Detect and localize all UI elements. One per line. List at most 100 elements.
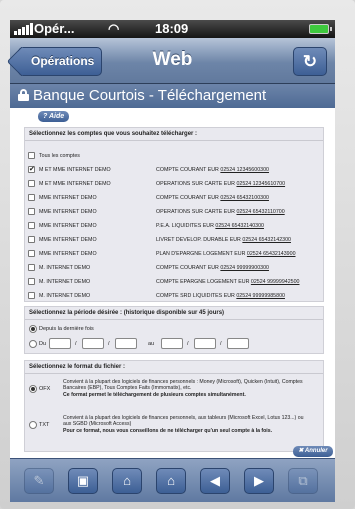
home-icon: ⌂ xyxy=(167,473,175,488)
account-row[interactable]: MME INTERNET DEMO OPERATIONS SUR CARTE EU… xyxy=(25,206,325,218)
forward-icon: ▶ xyxy=(254,473,264,488)
to-year-input[interactable] xyxy=(227,338,249,349)
accounts-heading: Sélectionnez les comptes que vous souhai… xyxy=(29,131,198,137)
account-row[interactable]: MME INTERNET DEMO LIVRET DEVELOP. DURABLE… xyxy=(25,234,325,246)
home-button[interactable]: ⌂ xyxy=(156,468,186,494)
account-type: OPERATIONS SUR CARTE EUR xyxy=(156,181,235,187)
account-number: 02524 65432143900 xyxy=(246,251,296,257)
account-owner: MME INTERNET DEMO xyxy=(39,223,97,229)
account-row[interactable]: M ET MME INTERNET DEMO OPERATIONS SUR CAR… xyxy=(25,178,325,190)
ofx-desc-text: Convient à la plupart des logiciels de f… xyxy=(63,379,303,392)
all-accounts-checkbox[interactable] xyxy=(28,152,35,159)
account-checkbox[interactable] xyxy=(28,250,35,257)
account-label: COMPTE SRD LIQUIDITES EUR 02524 99999985… xyxy=(156,293,285,299)
date-separator: / xyxy=(187,341,189,347)
last-time-label: Depuis la dernière fois xyxy=(39,326,94,332)
account-number: 02524 99999900300 xyxy=(220,265,269,271)
txt-radio[interactable] xyxy=(29,421,37,429)
refresh-icon: ↻ xyxy=(302,52,318,71)
carrier-name: Opér... xyxy=(34,21,75,36)
back-nav-button[interactable]: ◀ xyxy=(200,468,230,494)
cancel-label: Annuler xyxy=(304,448,328,454)
account-checkbox[interactable] xyxy=(28,236,35,243)
page-banner: Banque Courtois - Téléchargement xyxy=(10,84,335,108)
from-day-input[interactable] xyxy=(49,338,71,349)
account-number: 02524 99999985800 xyxy=(236,293,285,299)
account-row[interactable]: M. INTERNET DEMO COMPTE EPARGNE LOGEMENT … xyxy=(25,276,325,288)
txt-label: TXT xyxy=(39,422,50,428)
from-year-input[interactable] xyxy=(115,338,137,349)
account-number: 02524 65432110700 xyxy=(236,209,285,215)
account-row[interactable]: M. INTERNET DEMO COMPTE COURANT EUR 02524… xyxy=(25,262,325,274)
account-checkbox[interactable] xyxy=(28,278,35,285)
format-panel: Sélectionnez le format du fichier : OFX … xyxy=(24,360,324,452)
forward-nav-button[interactable]: ▶ xyxy=(244,468,274,494)
to-month-input[interactable] xyxy=(194,338,216,349)
phone-frame: Opér... ◠ 18:09 Opérations Web ↻ Banque … xyxy=(0,0,355,509)
account-checkbox[interactable] xyxy=(28,194,35,201)
from-month-input[interactable] xyxy=(82,338,104,349)
account-label: COMPTE COURANT EUR 02524 99999900300 xyxy=(156,265,269,271)
txt-desc-text: Convient à la plupart des logiciels de f… xyxy=(63,415,304,428)
save-button[interactable]: ▣ xyxy=(68,468,98,494)
account-number: 02524 12345610700 xyxy=(236,181,286,187)
signal-icon xyxy=(14,23,34,35)
account-row[interactable]: M. INTERNET DEMO COMPTE SRD LIQUIDITES EU… xyxy=(25,290,325,302)
account-number: 02524 99999942500 xyxy=(250,279,300,285)
help-button[interactable]: ? Aide xyxy=(38,111,70,122)
account-label: PLAN D'EPARGNE LOGEMENT EUR 02524 654321… xyxy=(156,251,296,257)
ofx-note: Ce format permet le téléchargement de pl… xyxy=(63,391,246,398)
period-panel: Sélectionnez la période désirée : (histo… xyxy=(24,306,324,354)
account-checkbox[interactable] xyxy=(28,292,35,299)
account-label: COMPTE EPARGNE LOGEMENT EUR 02524 999999… xyxy=(156,279,300,285)
account-label: OPERATIONS SUR CARTE EUR 02524 123456107… xyxy=(156,181,285,187)
date-separator: / xyxy=(108,341,110,347)
account-owner: M ET MME INTERNET DEMO xyxy=(39,181,111,187)
ofx-label: OFX xyxy=(39,386,51,392)
account-row[interactable]: MME INTERNET DEMO P.E.A. LIQUIDITES EUR 0… xyxy=(25,220,325,232)
account-owner: M. INTERNET DEMO xyxy=(39,293,91,299)
account-checkbox[interactable] xyxy=(28,180,35,187)
tabs-icon: ⧉ xyxy=(298,473,308,488)
all-accounts-row[interactable]: Tous les comptes xyxy=(25,150,325,162)
account-type: COMPTE COURANT EUR xyxy=(156,265,219,271)
account-row[interactable]: MME INTERNET DEMO COMPTE COURANT EUR 0252… xyxy=(25,192,325,204)
to-day-input[interactable] xyxy=(161,338,183,349)
account-type: COMPTE SRD LIQUIDITES EUR xyxy=(156,293,235,299)
date-separator: / xyxy=(75,341,77,347)
account-row[interactable]: MME INTERNET DEMO PLAN D'EPARGNE LOGEMENT… xyxy=(25,248,325,260)
pencil-button[interactable]: ✎ xyxy=(24,468,54,494)
from-label: Du xyxy=(39,341,47,347)
nav-title: Web xyxy=(152,49,193,70)
last-time-radio[interactable] xyxy=(29,325,37,333)
account-owner: M. INTERNET DEMO xyxy=(39,279,91,285)
account-owner: MME INTERNET DEMO xyxy=(39,209,97,215)
account-label: COMPTE COURANT EUR 02524 65432100300 xyxy=(156,195,269,201)
account-owner: M ET MME INTERNET DEMO xyxy=(39,167,111,173)
account-number: 02524 65432140300 xyxy=(215,223,264,229)
date-separator: / xyxy=(220,341,222,347)
account-checkbox[interactable] xyxy=(28,208,35,215)
ofx-radio[interactable] xyxy=(29,385,37,393)
account-owner: MME INTERNET DEMO xyxy=(39,195,97,201)
to-label: au xyxy=(148,341,155,347)
account-type: LIVRET DEVELOP. DURABLE EUR xyxy=(156,237,241,243)
tabs-button[interactable]: ⧉ xyxy=(288,468,318,494)
lock-icon xyxy=(18,89,29,101)
account-checkbox[interactable]: ✔ xyxy=(28,166,35,173)
status-bar: Opér... ◠ 18:09 xyxy=(10,20,335,38)
refresh-button[interactable]: ↻ xyxy=(293,47,327,76)
cancel-button[interactable]: ✖ Annuler xyxy=(293,446,333,457)
date-range-radio[interactable] xyxy=(29,340,37,348)
web-content: Banque Courtois - Téléchargement ? Aide … xyxy=(10,84,335,458)
wifi-icon: ◠ xyxy=(108,21,120,36)
add-home-button[interactable]: ⌂ xyxy=(112,468,142,494)
account-checkbox[interactable] xyxy=(28,222,35,229)
account-owner: MME INTERNET DEMO xyxy=(39,251,97,257)
account-label: OPERATIONS SUR CARTE EUR 02524 654321107… xyxy=(156,209,285,215)
account-type: OPERATIONS SUR CARTE EUR xyxy=(156,209,235,215)
account-row[interactable]: ✔ M ET MME INTERNET DEMO COMPTE COURANT EU… xyxy=(25,164,325,176)
account-checkbox[interactable] xyxy=(28,264,35,271)
account-owner: M. INTERNET DEMO xyxy=(39,265,91,271)
back-icon: ◀ xyxy=(210,473,220,488)
